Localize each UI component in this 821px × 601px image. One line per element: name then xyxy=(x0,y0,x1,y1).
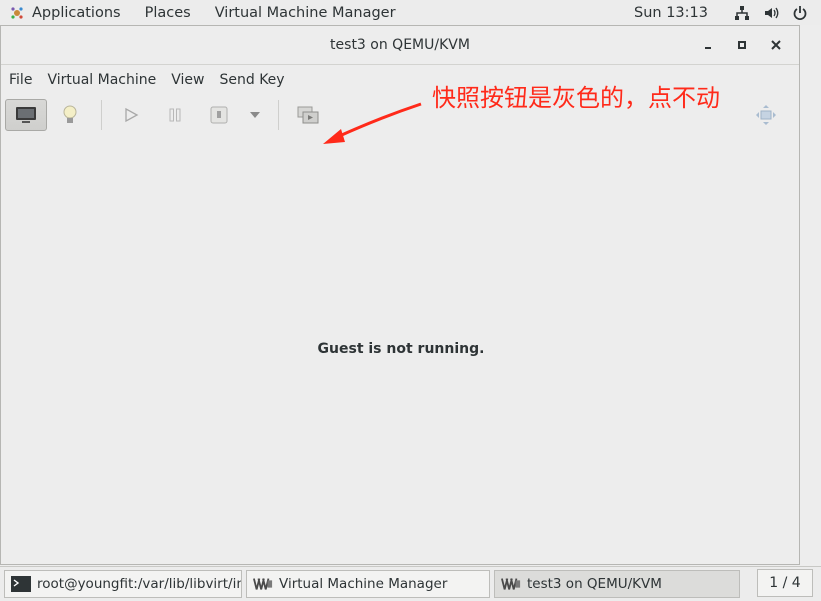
terminal-icon xyxy=(11,576,31,592)
pause-icon xyxy=(169,108,181,122)
guest-status-message: Guest is not running. xyxy=(317,341,485,357)
maximize-button[interactable] xyxy=(725,26,759,64)
annotation-arrow xyxy=(323,102,422,144)
window-title: test3 on QEMU/KVM xyxy=(330,37,470,53)
menu-virtual-machine[interactable]: Virtual Machine xyxy=(47,72,156,88)
vm-window: test3 on QEMU/KVM File Virtual Machine V… xyxy=(0,25,800,565)
places-menu[interactable]: Places xyxy=(145,5,191,21)
snapshot-icon xyxy=(297,106,319,124)
task-virt-manager[interactable]: Virtual Machine Manager xyxy=(246,570,490,598)
volume-icon[interactable] xyxy=(763,5,779,21)
close-button[interactable] xyxy=(759,26,793,64)
run-button[interactable] xyxy=(110,99,152,131)
toolbar-separator xyxy=(101,100,102,130)
lightbulb-icon xyxy=(63,105,77,123)
active-app-menu[interactable]: Virtual Machine Manager xyxy=(215,5,396,21)
console-button[interactable] xyxy=(5,99,47,131)
task-label: test3 on QEMU/KVM xyxy=(527,576,662,592)
shutdown-icon xyxy=(210,106,228,124)
minimize-icon xyxy=(705,47,711,49)
task-vm-console[interactable]: test3 on QEMU/KVM xyxy=(494,570,740,598)
shutdown-button[interactable] xyxy=(198,99,240,131)
window-titlebar[interactable]: test3 on QEMU/KVM xyxy=(1,26,799,65)
top-panel: Applications Places Virtual Machine Mana… xyxy=(0,0,821,25)
clock[interactable]: Sun 13:13 xyxy=(634,5,708,21)
maximize-icon xyxy=(738,41,746,49)
pause-button[interactable] xyxy=(154,99,196,131)
chevron-down-icon xyxy=(250,112,260,118)
details-button[interactable] xyxy=(49,99,91,131)
menu-send-key[interactable]: Send Key xyxy=(219,72,284,88)
toolbar-separator xyxy=(278,100,279,130)
virt-manager-icon xyxy=(253,576,273,592)
power-icon[interactable] xyxy=(792,5,808,21)
fullscreen-icon xyxy=(756,105,776,125)
fullscreen-button[interactable] xyxy=(745,99,787,131)
shutdown-menu-button[interactable] xyxy=(242,99,268,131)
menu-file[interactable]: File xyxy=(9,72,32,88)
console-icon xyxy=(16,107,36,123)
task-label: root@youngfit:/var/lib/libvirt/ima... xyxy=(37,576,241,592)
close-icon xyxy=(771,40,781,50)
network-icon[interactable] xyxy=(734,5,750,21)
annotation-text: 快照按钮是灰色的，点不动 xyxy=(432,84,720,112)
taskbar: root@youngfit:/var/lib/libvirt/ima... Vi… xyxy=(0,566,821,601)
workspace-switcher[interactable]: 1 / 4 xyxy=(757,569,813,597)
play-icon xyxy=(125,107,139,123)
task-terminal[interactable]: root@youngfit:/var/lib/libvirt/ima... xyxy=(4,570,242,598)
applications-menu[interactable]: Applications xyxy=(32,5,121,21)
gnome-foot-icon xyxy=(11,6,23,19)
virt-manager-icon xyxy=(501,576,521,592)
minimize-button[interactable] xyxy=(691,26,725,64)
task-label: Virtual Machine Manager xyxy=(279,576,448,592)
menu-view[interactable]: View xyxy=(171,72,204,88)
